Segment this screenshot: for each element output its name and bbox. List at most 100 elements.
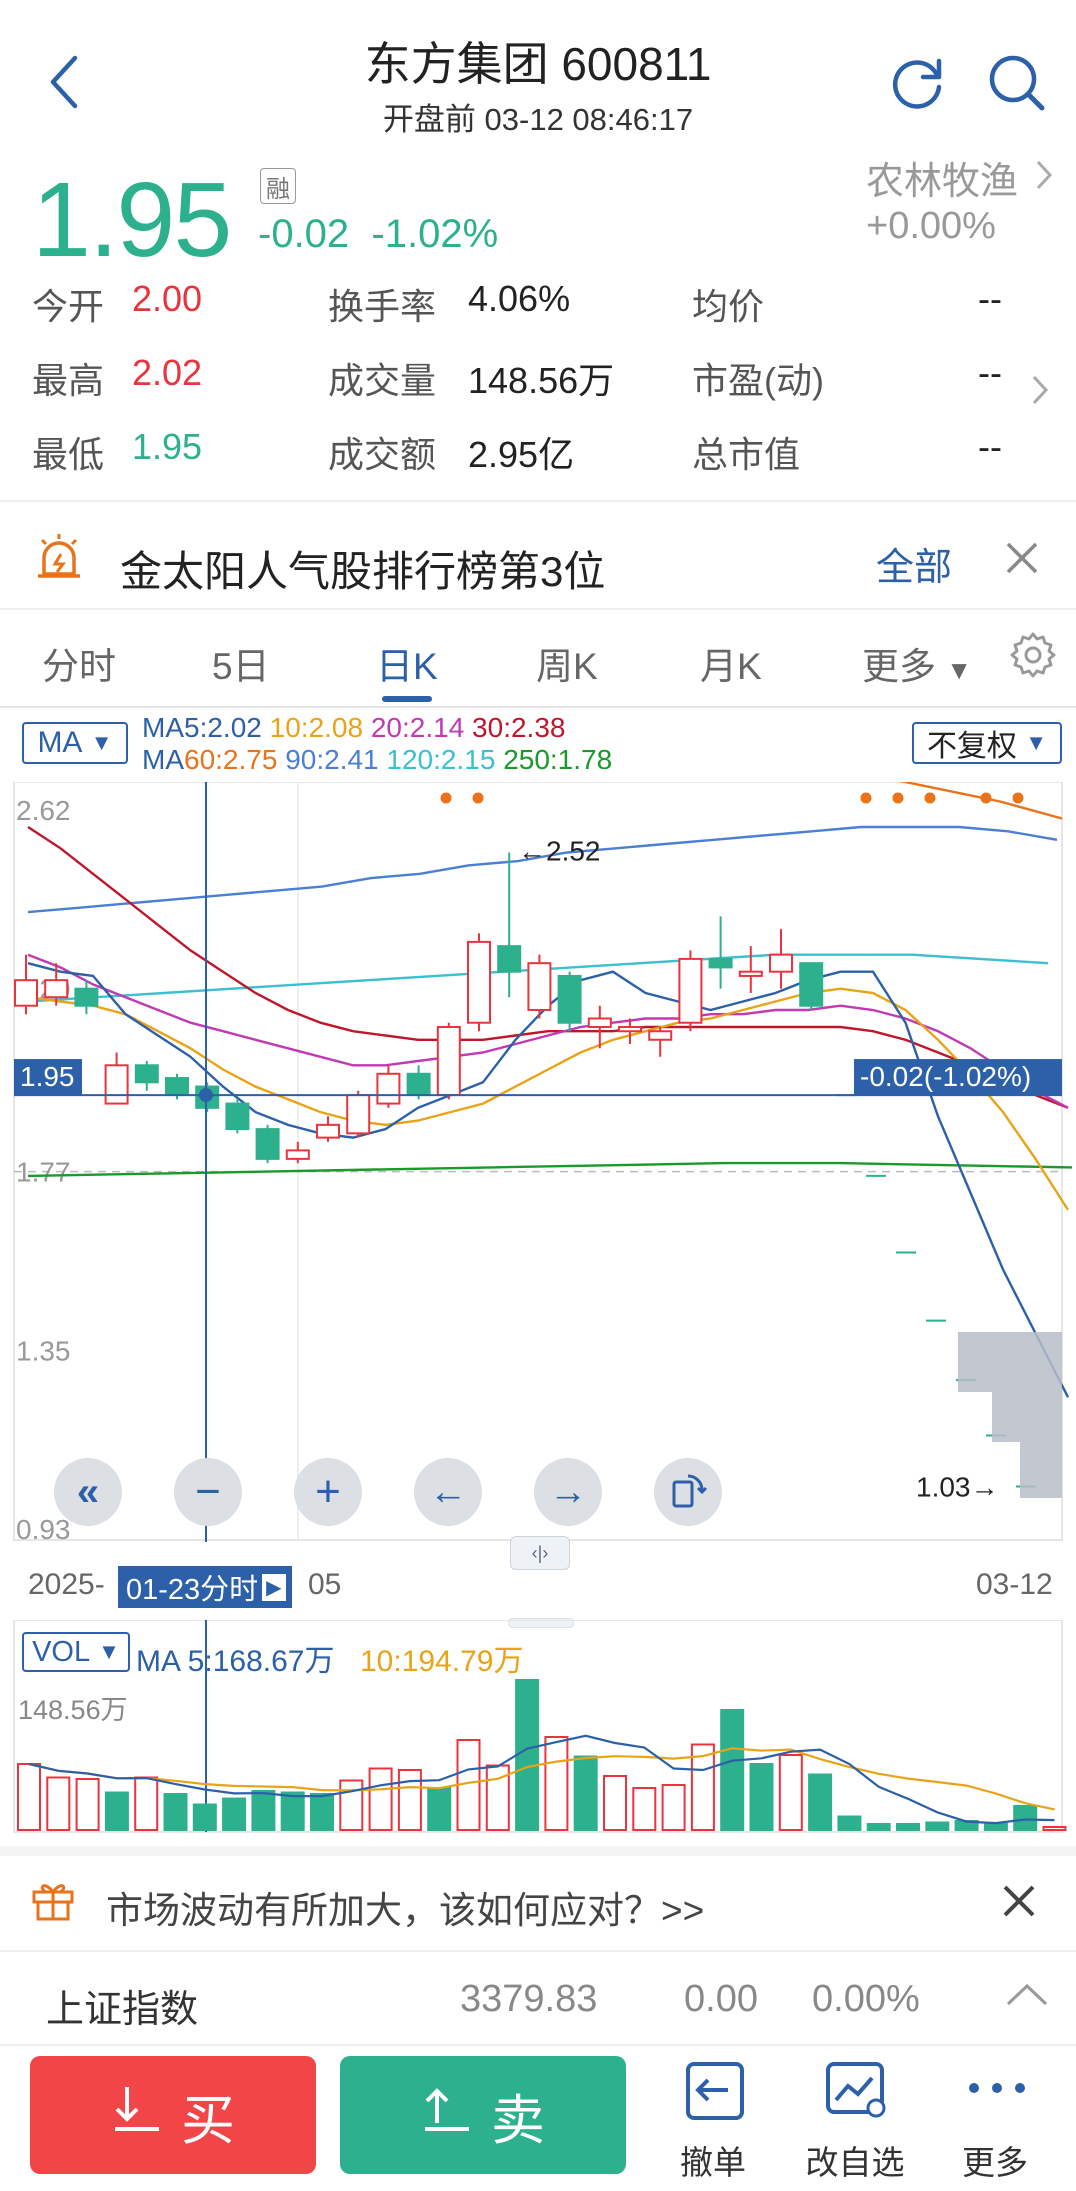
search-icon[interactable] [982, 48, 1052, 118]
volume-bar [368, 1767, 393, 1831]
candle-body [14, 979, 38, 1007]
candle-body [104, 1064, 129, 1105]
refresh-icon[interactable] [882, 48, 952, 118]
volume-bar [925, 1821, 950, 1831]
ma-legend-item: 30:2.38 [472, 712, 566, 743]
y-axis-label: 1.35 [16, 1335, 71, 1366]
rotate-screen-button[interactable] [654, 1458, 722, 1526]
volume-bar [515, 1679, 540, 1831]
volume-bar [778, 1754, 803, 1831]
change-percent: -1.02% [371, 212, 499, 256]
stats-grid[interactable]: 今开 2.00 换手率 4.06% 均价 -- 最高 2.02 成交量 148.56万 市盈(动) -… [0, 278, 1076, 478]
candle-body [255, 1128, 280, 1160]
candle-body [708, 957, 733, 969]
buy-button[interactable]: 买 [30, 2056, 316, 2174]
cancel-order-button[interactable]: 撤单 [648, 2060, 778, 2181]
sell-arrow-icon [421, 2083, 473, 2148]
volume-bar [163, 1793, 188, 1831]
x-axis-mid: 05 [308, 1568, 342, 1601]
kline-chart[interactable]: 2.622.201.771.350.93←2.521.03→1.95 -0.02(… [0, 782, 1076, 1542]
divider [0, 1846, 1076, 1856]
stat-value: 4.06% [468, 278, 571, 319]
ma-legend-item: 90:2.41 [285, 744, 387, 775]
candle-body [406, 1072, 431, 1097]
volume-bar [720, 1709, 745, 1831]
stat-value: 2.95亿 [468, 434, 575, 475]
index-value: 3379.83 [460, 1978, 598, 2020]
volume-bar [75, 1778, 100, 1831]
gift-icon [30, 1876, 76, 1927]
chart-drag-handle[interactable]: ‹|› [510, 1536, 570, 1570]
stat-label: 换手率 [328, 286, 437, 327]
cancel-order-icon [684, 2060, 746, 2127]
tab-more[interactable]: 更多 ▼ [862, 636, 972, 690]
stat-label: 最高 [32, 360, 105, 401]
indicator-select[interactable]: MA ▼ [22, 722, 128, 764]
volume-bar [632, 1787, 657, 1831]
candle-body [648, 1030, 673, 1041]
tab-5day[interactable]: 5日 [212, 636, 270, 690]
more-button[interactable]: 更多 [930, 2060, 1060, 2181]
close-icon[interactable] [1002, 538, 1042, 583]
stat-value: -- [978, 426, 1002, 467]
sell-label: 卖 [491, 2090, 545, 2151]
ma-legend-row2: MA60:2.75 90:2.41 120:2.15 250:1.78 [142, 744, 612, 776]
pan-right-button[interactable]: → [534, 1458, 602, 1526]
stat-label: 今开 [32, 286, 105, 327]
edit-watchlist-label: 改自选 [805, 2144, 905, 2181]
sell-button[interactable]: 卖 [340, 2056, 626, 2174]
index-ticker[interactable]: 上证指数 3379.83 0.00 0.00% [0, 1952, 1076, 2042]
volume-bar [603, 1775, 627, 1831]
close-icon[interactable] [1000, 1882, 1038, 1925]
volume-bar [46, 1776, 71, 1831]
buy-label: 买 [181, 2090, 235, 2151]
zoom-out-button[interactable]: − [174, 1458, 242, 1526]
volume-bar [573, 1755, 598, 1831]
sector-link[interactable]: 农林牧渔 +0.00% [866, 150, 1066, 250]
ranking-all-link[interactable]: 全部 [876, 536, 952, 591]
price-change: -0.02 -1.02% [258, 212, 498, 257]
low-price-marker: 1.03→ [916, 1472, 999, 1503]
tab-intraday[interactable]: 分时 [42, 636, 116, 690]
candle-body [285, 1149, 310, 1160]
candle-body [467, 940, 491, 1024]
candle-body [799, 962, 824, 1007]
adjust-select[interactable]: 不复权 ▼ [912, 722, 1062, 764]
ma-legend-item: MA5:2.02 [142, 712, 270, 743]
alarm-icon [34, 532, 84, 587]
caret-down-icon: ▼ [90, 730, 113, 755]
chevron-up-icon [1004, 1982, 1050, 2013]
high-price-marker: ←2.52 [518, 836, 601, 867]
event-dot [980, 792, 992, 804]
candle-body [527, 962, 552, 1011]
volume-bar [661, 1784, 686, 1831]
zoom-in-button[interactable]: + [294, 1458, 362, 1526]
volume-bar [544, 1736, 569, 1831]
settings-gear-icon[interactable] [1008, 630, 1058, 685]
tab-weekly-k[interactable]: 周K [536, 636, 598, 690]
news-headline[interactable]: 市场波动有所加大，该如何应对？>> [106, 1880, 704, 1934]
tab-monthly-k[interactable]: 月K [700, 636, 762, 690]
crosshair-date-label[interactable]: 01-23分时 ▶ [118, 1566, 292, 1608]
pan-left-button[interactable]: ← [414, 1458, 482, 1526]
candle-body [44, 979, 69, 999]
play-icon: ▶ [262, 1573, 286, 1601]
volume-chart[interactable] [0, 1620, 1076, 1836]
volume-bar [1013, 1805, 1038, 1831]
ma-legend-item: 10:2.08 [269, 712, 371, 743]
ma-legend-item: 250:1.78 [503, 744, 613, 775]
event-dot [440, 792, 452, 804]
change-value: -0.02 [258, 212, 350, 256]
volume-bar [280, 1791, 305, 1831]
margin-badge: 融 [260, 168, 296, 204]
cancel-order-label: 撤单 [680, 2144, 746, 2181]
volume-bar [808, 1773, 833, 1831]
ranking-banner-text[interactable]: 金太阳人气股排行榜第3位 [120, 538, 605, 599]
edit-watchlist-button[interactable]: 改自选 [790, 2060, 920, 2181]
zoom-out-far-button[interactable]: « [54, 1458, 122, 1526]
rotate-icon [668, 1470, 708, 1515]
more-label: 更多 [962, 2144, 1028, 2181]
tab-daily-k[interactable]: 日K [376, 636, 438, 690]
chevron-right-icon [1030, 373, 1050, 412]
candle-body [738, 970, 763, 977]
